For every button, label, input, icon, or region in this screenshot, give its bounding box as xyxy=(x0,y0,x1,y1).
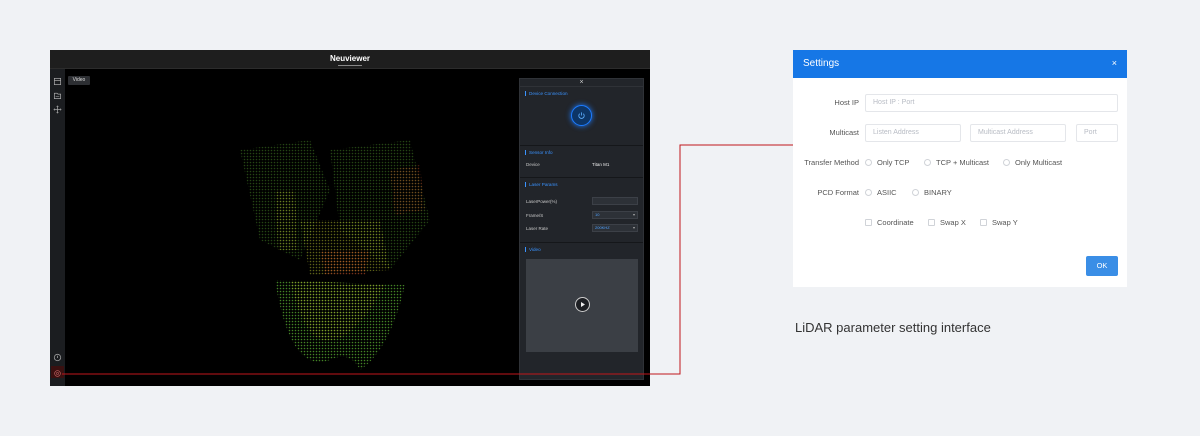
radio-tcp-multicast[interactable]: TCP + Multicast xyxy=(924,158,989,167)
video-tab[interactable]: Video xyxy=(68,76,90,85)
host-ip-input[interactable]: Host IP : Port xyxy=(865,94,1118,112)
power-button[interactable] xyxy=(571,105,592,126)
power-icon xyxy=(578,112,585,119)
side-panel: × Device Connection Sensor Info Device T… xyxy=(519,78,644,380)
dialog-header: Settings × xyxy=(793,50,1127,78)
host-ip-label: Host IP xyxy=(834,98,859,107)
radio-label: Only Multicast xyxy=(1015,158,1063,167)
laser-rate-label: Laser Rate xyxy=(526,226,549,231)
app-title: Neuviewer xyxy=(329,54,371,63)
settings-dialog: Settings × Host IP Host IP : Port Multic… xyxy=(793,50,1127,287)
radio-label: BINARY xyxy=(924,188,952,197)
radio-only-multicast[interactable]: Only Multicast xyxy=(1003,158,1062,167)
left-toolbar xyxy=(50,69,65,386)
radio-only-tcp[interactable]: Only TCP xyxy=(865,158,909,167)
radio-label: ASIIC xyxy=(877,188,897,197)
dialog-title: Settings xyxy=(803,58,840,69)
sensor-info-heading: Sensor Info xyxy=(525,150,553,155)
point-cloud-view[interactable] xyxy=(180,110,480,370)
folder-icon[interactable] xyxy=(53,91,62,100)
laser-rate-select-value: 200KHZ xyxy=(595,225,610,230)
device-connection-heading: Device Connection xyxy=(525,91,568,96)
dialog-close-button[interactable]: × xyxy=(1112,58,1117,68)
checkbox-box xyxy=(928,219,935,226)
title-underline xyxy=(338,65,362,66)
multicast-address-input[interactable]: Multicast Address xyxy=(970,124,1066,142)
device-label: Device xyxy=(526,162,540,167)
checkbox-swap-x[interactable]: Swap X xyxy=(928,218,966,227)
ok-button[interactable]: OK xyxy=(1086,256,1118,276)
radio-label: TCP + Multicast xyxy=(936,158,990,167)
file-icon[interactable] xyxy=(53,77,62,86)
radio-circle xyxy=(865,189,872,196)
sensor-info-section: Sensor Info Device Titan M1 xyxy=(520,146,643,178)
checkbox-coordinate[interactable]: Coordinate xyxy=(865,218,914,227)
multicast-label: Multicast xyxy=(829,128,859,137)
laser-params-heading: Laser Params xyxy=(525,182,558,187)
move-icon[interactable] xyxy=(53,105,62,114)
transfer-method-label: Transfer Method xyxy=(804,158,859,167)
radio-circle xyxy=(1003,159,1010,166)
checkbox-box xyxy=(980,219,987,226)
chevron-down-icon: ▾ xyxy=(632,212,635,217)
frame-select[interactable]: 10 ▾ xyxy=(592,211,638,219)
device-value: Titan M1 xyxy=(592,162,610,167)
checkbox-label: Swap X xyxy=(940,218,966,227)
title-bar: Neuviewer xyxy=(50,50,650,69)
radio-binary[interactable]: BINARY xyxy=(912,188,952,197)
frame-select-value: 10 xyxy=(595,212,600,217)
video-heading: Video xyxy=(525,247,541,252)
laser-power-input[interactable] xyxy=(592,197,638,205)
radio-circle xyxy=(912,189,919,196)
info-icon[interactable] xyxy=(53,353,62,362)
checkbox-label: Coordinate xyxy=(877,218,914,227)
radio-circle xyxy=(865,159,872,166)
play-button[interactable] xyxy=(575,297,590,312)
laser-params-section: Laser Params LaserPower(%) Frame/S 10 ▾ L… xyxy=(520,178,643,243)
settings-icon[interactable] xyxy=(53,369,62,378)
pcd-format-label: PCD Format xyxy=(817,188,859,197)
port-input[interactable]: Port xyxy=(1076,124,1118,142)
device-connection-section: Device Connection xyxy=(520,87,643,146)
laser-power-label: LaserPower(%) xyxy=(526,199,558,204)
video-section: Video xyxy=(520,243,643,379)
checkbox-swap-y[interactable]: Swap Y xyxy=(980,218,1018,227)
play-icon xyxy=(581,302,585,307)
listen-address-input[interactable]: Listen Address xyxy=(865,124,961,142)
neuviewer-window: Neuviewer Video × Device Connection Sens… xyxy=(50,50,650,386)
radio-circle xyxy=(924,159,931,166)
chevron-down-icon: ▾ xyxy=(632,225,635,230)
caption: LiDAR parameter setting interface xyxy=(795,320,991,335)
radio-label: Only TCP xyxy=(877,158,910,167)
frame-label: Frame/S xyxy=(526,213,544,218)
checkbox-box xyxy=(865,219,872,226)
laser-rate-select[interactable]: 200KHZ ▾ xyxy=(592,224,638,232)
video-player[interactable] xyxy=(526,259,638,352)
panel-close-button[interactable]: × xyxy=(520,79,643,87)
checkbox-label: Swap Y xyxy=(992,218,1018,227)
radio-asiic[interactable]: ASIIC xyxy=(865,188,897,197)
